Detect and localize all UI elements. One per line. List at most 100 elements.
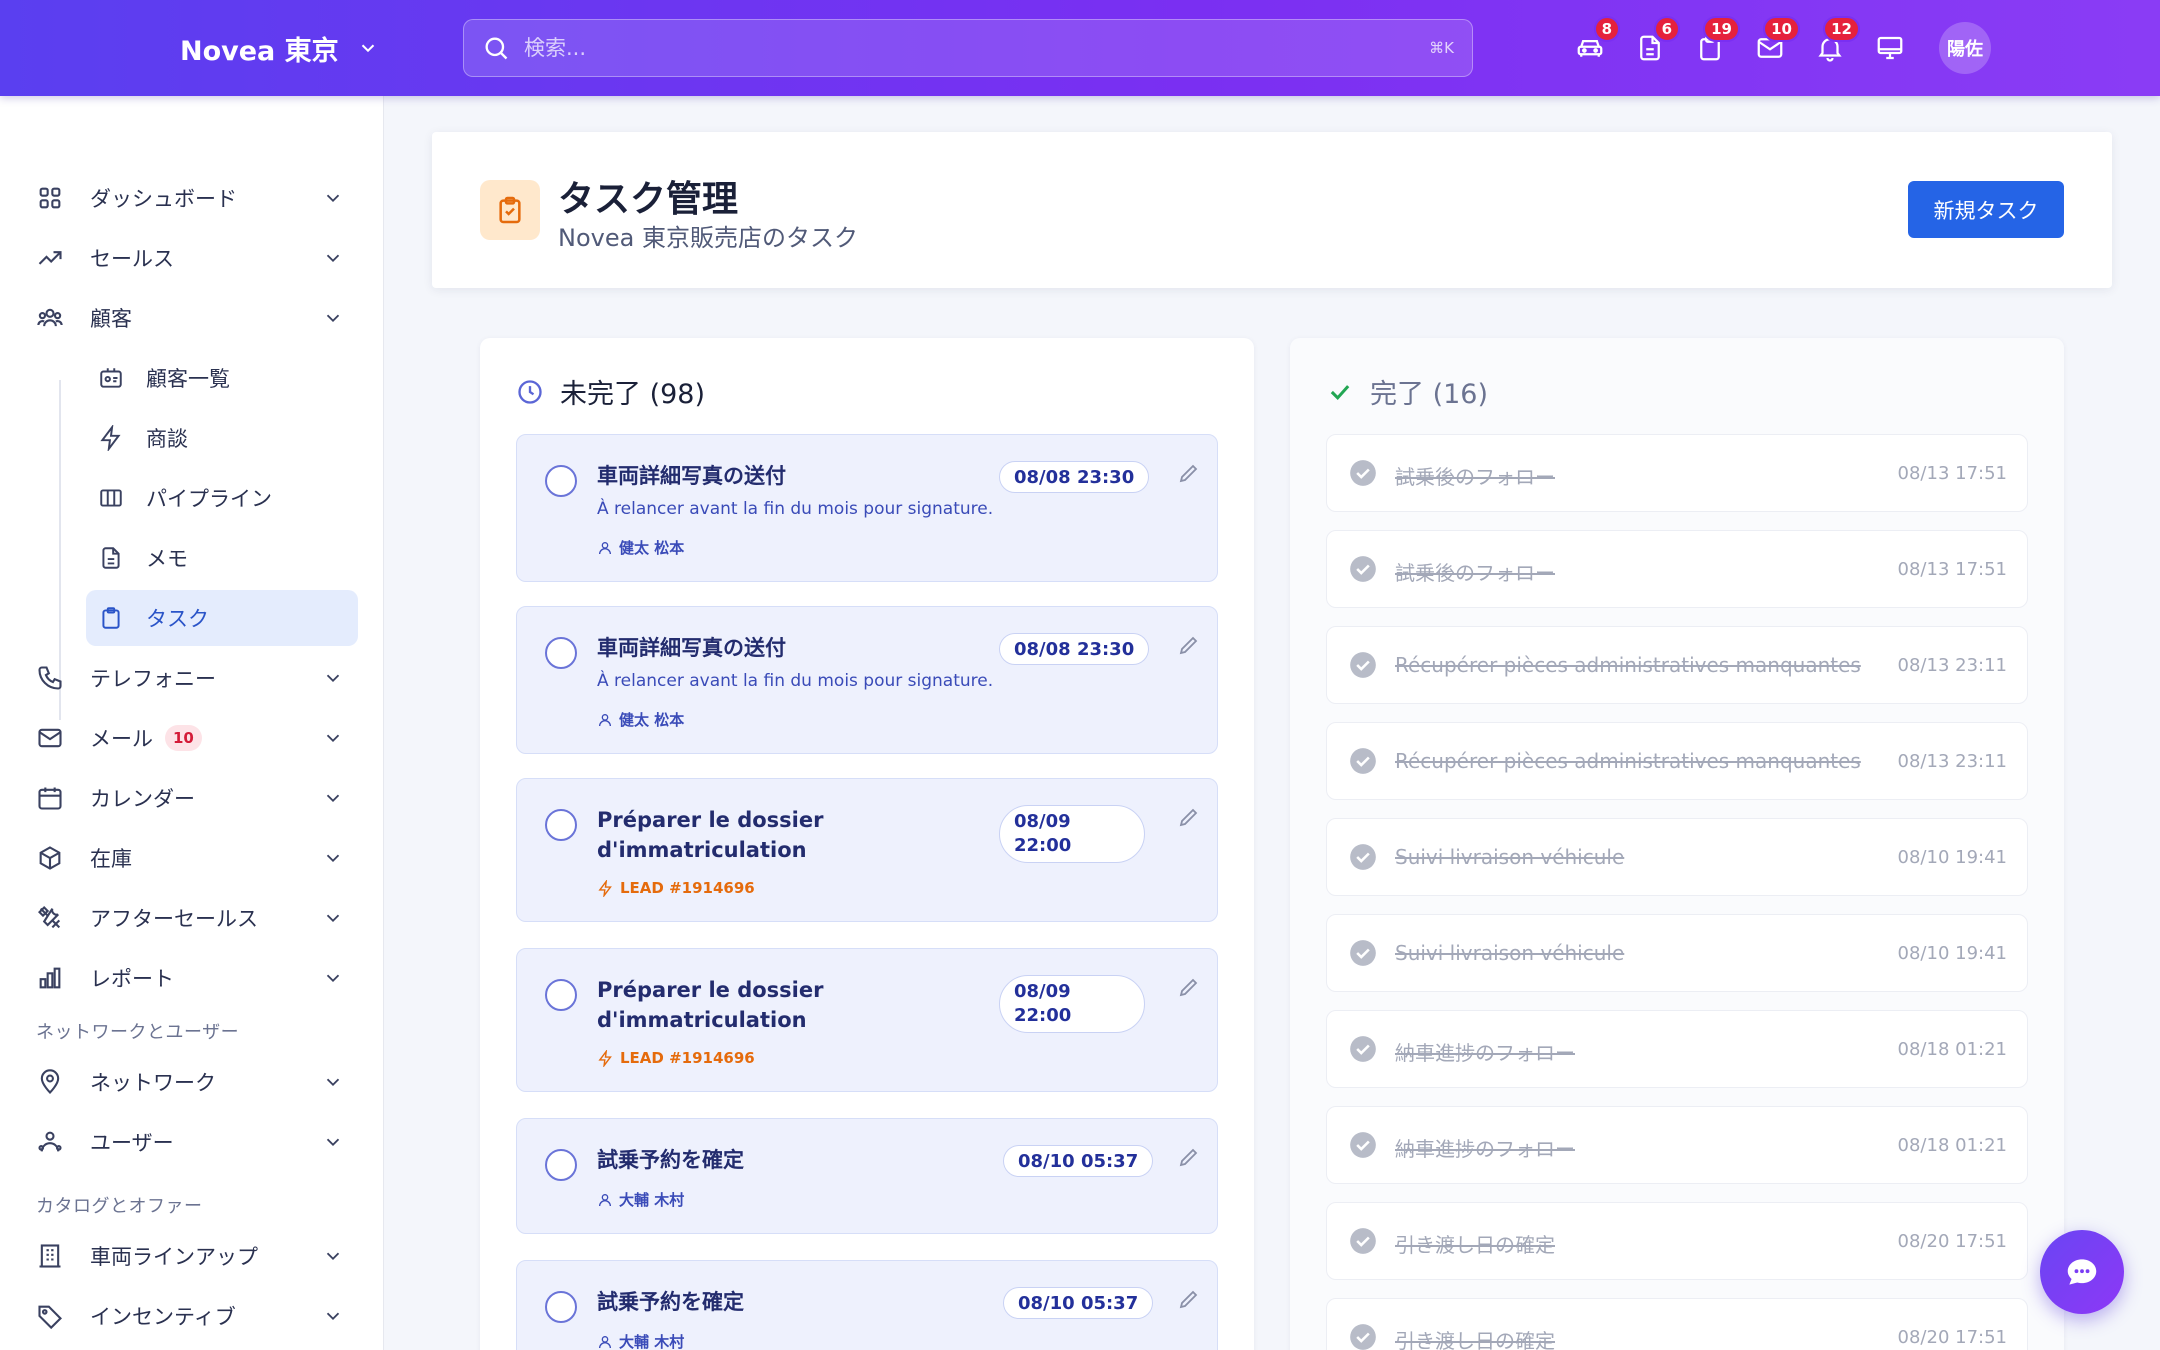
user-avatar[interactable]: 陽佐: [1939, 22, 1991, 74]
user-icon: [599, 1193, 611, 1206]
tasks-button[interactable]: 19: [1692, 16, 1740, 66]
completed-task[interactable]: 納車進捗のフォロー 08/18 01:21: [1326, 1010, 2028, 1088]
sidebar-subitem-tasks[interactable]: タスク: [86, 590, 358, 646]
task-description: À relancer avant la fin du mois pour sig…: [597, 499, 994, 519]
sidebar-subitem-pipeline[interactable]: パイプライン: [86, 470, 358, 526]
sidebar-item-mail[interactable]: メール 10: [34, 710, 356, 766]
sidebar-item-incentives[interactable]: インセンティブ: [34, 1288, 356, 1344]
sidebar-subitem-customer-list[interactable]: 顧客一覧: [86, 350, 358, 406]
completed-task[interactable]: 引き渡し日の確定 08/20 17:51: [1326, 1202, 2028, 1280]
completed-task[interactable]: 納車進捗のフォロー 08/18 01:21: [1326, 1106, 2028, 1184]
mail-button[interactable]: 10: [1752, 16, 1800, 66]
task-card[interactable]: 試乗予約を確定 大輔 木村 08/10 05:37: [516, 1260, 1218, 1350]
car-button[interactable]: 8: [1572, 16, 1620, 66]
chevron-down-icon: [326, 194, 340, 203]
complete-task-radio[interactable]: [545, 465, 577, 497]
sidebar-item-label: パイプライン: [146, 487, 272, 511]
completed-task-title: 納車進捗のフォロー: [1395, 1137, 1575, 1161]
edit-task-button[interactable]: [1177, 1145, 1203, 1171]
task-title: 車両詳細写真の送付: [597, 464, 786, 488]
completed-task-title: Récupérer pièces administratives manquan…: [1395, 653, 1861, 677]
task-due-date: 08/10 05:37: [1003, 1287, 1154, 1319]
sidebar-item-sales[interactable]: セールス: [34, 230, 356, 286]
completed-task-time: 08/10 19:41: [1897, 943, 2007, 964]
task-card[interactable]: 車両詳細写真の送付 À relancer avant la fin du moi…: [516, 606, 1218, 754]
box-icon: [39, 846, 61, 870]
check-circle-icon[interactable]: [1349, 1323, 1377, 1350]
completed-task[interactable]: Suivi livraison véhicule 08/10 19:41: [1326, 818, 2028, 896]
edit-task-button[interactable]: [1177, 805, 1203, 831]
task-title: 車両詳細写真の送付: [597, 636, 786, 660]
completed-task[interactable]: 試乗後のフォロー 08/13 17:51: [1326, 530, 2028, 608]
completed-task[interactable]: Suivi livraison véhicule 08/10 19:41: [1326, 914, 2028, 992]
chevron-down-icon: [326, 1252, 340, 1261]
check-circle-icon[interactable]: [1349, 459, 1377, 487]
task-card[interactable]: Préparer le dossier d'immatriculation LE…: [516, 948, 1218, 1092]
sidebar-item-label: 車両ラインアップ: [90, 1245, 258, 1269]
search-bar[interactable]: ⌘K: [463, 19, 1473, 77]
task-card[interactable]: Préparer le dossier d'immatriculation LE…: [516, 778, 1218, 922]
complete-task-radio[interactable]: [545, 637, 577, 669]
display-button[interactable]: [1872, 30, 1908, 66]
complete-task-radio[interactable]: [545, 809, 577, 841]
sidebar-item-calendar[interactable]: カレンダー: [34, 770, 356, 826]
user-group-icon: [38, 1131, 62, 1152]
page-title: タスク管理: [558, 179, 739, 220]
notifications-button[interactable]: 12: [1812, 16, 1860, 66]
sidebar: ダッシュボード セールス 顧客 顧客一覧 商談 パイプライン メモ タスク テレ…: [0, 96, 384, 1350]
check-circle-icon[interactable]: [1349, 843, 1377, 871]
chat-button[interactable]: [2040, 1230, 2124, 1314]
sidebar-item-telephony[interactable]: テレフォニー: [34, 650, 356, 706]
edit-task-button[interactable]: [1177, 975, 1203, 1001]
phone-icon: [38, 666, 62, 690]
edit-task-button[interactable]: [1177, 1287, 1203, 1313]
sidebar-item-inventory[interactable]: 在庫: [34, 830, 356, 886]
sidebar-item-vehicle-lineup[interactable]: 車両ラインアップ: [34, 1228, 356, 1284]
sidebar-item-label: 在庫: [90, 847, 132, 871]
completed-task-title: Suivi livraison véhicule: [1395, 845, 1625, 869]
sidebar-subitem-deals[interactable]: 商談: [86, 410, 358, 466]
complete-task-radio[interactable]: [545, 979, 577, 1011]
lightning-icon: [598, 879, 612, 897]
sidebar-item-dashboard[interactable]: ダッシュボード: [34, 170, 356, 226]
sidebar-item-network[interactable]: ネットワーク: [34, 1054, 356, 1110]
documents-button[interactable]: 6: [1632, 16, 1680, 66]
check-circle-icon[interactable]: [1349, 1131, 1377, 1159]
sidebar-subitem-notes[interactable]: メモ: [86, 530, 358, 586]
check-icon: [1330, 384, 1350, 400]
completed-task-title: 引き渡し日の確定: [1395, 1233, 1555, 1257]
chevron-down-icon: [326, 734, 340, 743]
edit-task-button[interactable]: [1177, 633, 1203, 659]
complete-task-radio[interactable]: [545, 1291, 577, 1323]
sidebar-item-label: 顧客: [90, 307, 132, 331]
sidebar-item-label: メモ: [146, 547, 188, 571]
task-title: Préparer le dossier d'immatriculation: [597, 808, 824, 862]
completed-task[interactable]: Récupérer pièces administratives manquan…: [1326, 626, 2028, 704]
pencil-icon: [1179, 636, 1198, 655]
completed-task[interactable]: 引き渡し日の確定 08/20 17:51: [1326, 1298, 2028, 1350]
task-card[interactable]: 車両詳細写真の送付 À relancer avant la fin du moi…: [516, 434, 1218, 582]
completed-task-title: Suivi livraison véhicule: [1395, 941, 1625, 965]
dealer-switcher[interactable]: Novea 東京: [180, 28, 379, 68]
new-task-button[interactable]: 新規タスク: [1908, 181, 2064, 238]
sidebar-item-customers[interactable]: 顧客: [34, 290, 356, 346]
task-card[interactable]: 試乗予約を確定 大輔 木村 08/10 05:37: [516, 1118, 1218, 1234]
search-input[interactable]: [524, 36, 1430, 60]
completed-task-title: 試乗後のフォロー: [1395, 561, 1555, 585]
check-circle-icon[interactable]: [1349, 1227, 1377, 1255]
check-circle-icon[interactable]: [1349, 747, 1377, 775]
sidebar-item-reports[interactable]: レポート: [34, 950, 356, 1006]
task-due-date: 08/09 22:00: [999, 805, 1145, 863]
completed-task[interactable]: 試乗後のフォロー 08/13 17:51: [1326, 434, 2028, 512]
sidebar-item-users[interactable]: ユーザー: [34, 1114, 356, 1170]
check-circle-icon[interactable]: [1349, 939, 1377, 967]
check-circle-icon[interactable]: [1349, 651, 1377, 679]
complete-task-radio[interactable]: [545, 1149, 577, 1181]
check-circle-icon[interactable]: [1349, 1035, 1377, 1063]
search-shortcut: ⌘K: [1429, 39, 1454, 57]
clock-icon: [518, 379, 542, 404]
sidebar-item-after-sales[interactable]: アフターセールス: [34, 890, 356, 946]
edit-task-button[interactable]: [1177, 461, 1203, 487]
check-circle-icon[interactable]: [1349, 555, 1377, 583]
completed-task[interactable]: Récupérer pièces administratives manquan…: [1326, 722, 2028, 800]
